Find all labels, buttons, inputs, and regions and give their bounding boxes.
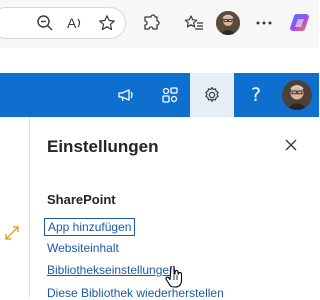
section-heading-sharepoint: SharePoint <box>47 192 116 207</box>
account-avatar[interactable] <box>275 73 319 117</box>
my-day-icon[interactable] <box>148 73 192 117</box>
page-content-edge <box>0 117 30 298</box>
panel-title: Einstellungen <box>47 137 159 156</box>
zoom-out-icon[interactable] <box>34 12 56 34</box>
hand-cursor-icon <box>165 265 183 288</box>
library-settings-link[interactable]: Bibliothekseinstellungen <box>47 263 176 277</box>
expand-icon[interactable] <box>4 225 20 241</box>
browser-toolbar: A <box>0 0 319 48</box>
suite-bar: ? <box>0 73 319 117</box>
favorites-icon[interactable] <box>183 12 205 34</box>
read-aloud-icon[interactable]: A <box>64 12 86 34</box>
help-icon[interactable]: ? <box>234 73 278 117</box>
more-icon[interactable] <box>253 12 275 34</box>
megaphone-icon[interactable] <box>104 73 148 117</box>
svg-text:A: A <box>67 15 77 31</box>
add-app-link[interactable]: App hinzufügen <box>43 218 136 236</box>
favorite-star-icon[interactable] <box>96 12 118 34</box>
copilot-icon[interactable] <box>289 11 313 35</box>
extensions-icon[interactable] <box>140 12 162 34</box>
profile-avatar[interactable] <box>216 11 240 35</box>
settings-gear-icon[interactable] <box>190 73 234 117</box>
close-icon[interactable] <box>281 135 301 155</box>
site-contents-link[interactable]: Websiteinhalt <box>47 241 119 255</box>
